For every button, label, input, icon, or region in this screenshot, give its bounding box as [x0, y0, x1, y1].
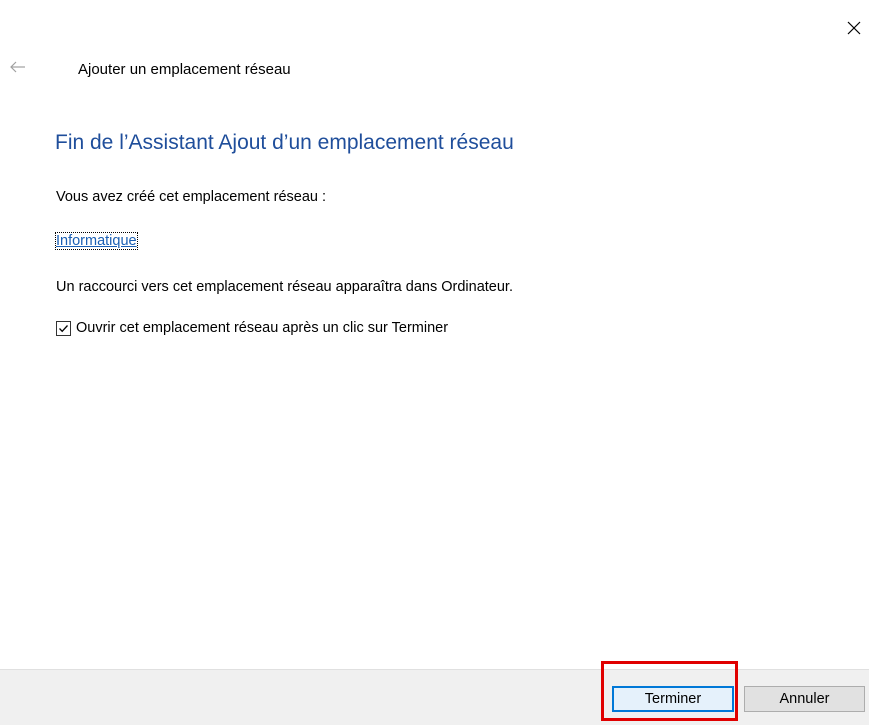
open-location-checkbox-label: Ouvrir cet emplacement réseau après un c… [76, 320, 449, 336]
location-name-link[interactable]: Informatique [55, 232, 138, 250]
close-icon [847, 21, 861, 35]
button-footer [0, 669, 869, 725]
open-location-checkbox[interactable] [56, 320, 71, 336]
shortcut-info-text: Un raccourci vers cet emplacement réseau… [56, 279, 513, 295]
close-button[interactable] [842, 16, 866, 40]
page-heading: Fin de l’Assistant Ajout d’un emplacemen… [55, 131, 514, 154]
window-title: Ajouter un emplacement réseau [78, 61, 291, 78]
network-location-wizard-window: Ajouter un emplacement réseau Fin de l’A… [0, 0, 869, 725]
cancel-button[interactable]: Annuler [744, 686, 865, 712]
back-arrow-icon [10, 61, 25, 73]
checkmark-icon [59, 324, 68, 332]
back-button[interactable] [6, 57, 30, 77]
open-location-checkbox-row[interactable]: Ouvrir cet emplacement réseau après un c… [56, 320, 448, 336]
created-location-label: Vous avez créé cet emplacement réseau : [56, 189, 327, 205]
finish-button[interactable]: Terminer [612, 686, 734, 712]
